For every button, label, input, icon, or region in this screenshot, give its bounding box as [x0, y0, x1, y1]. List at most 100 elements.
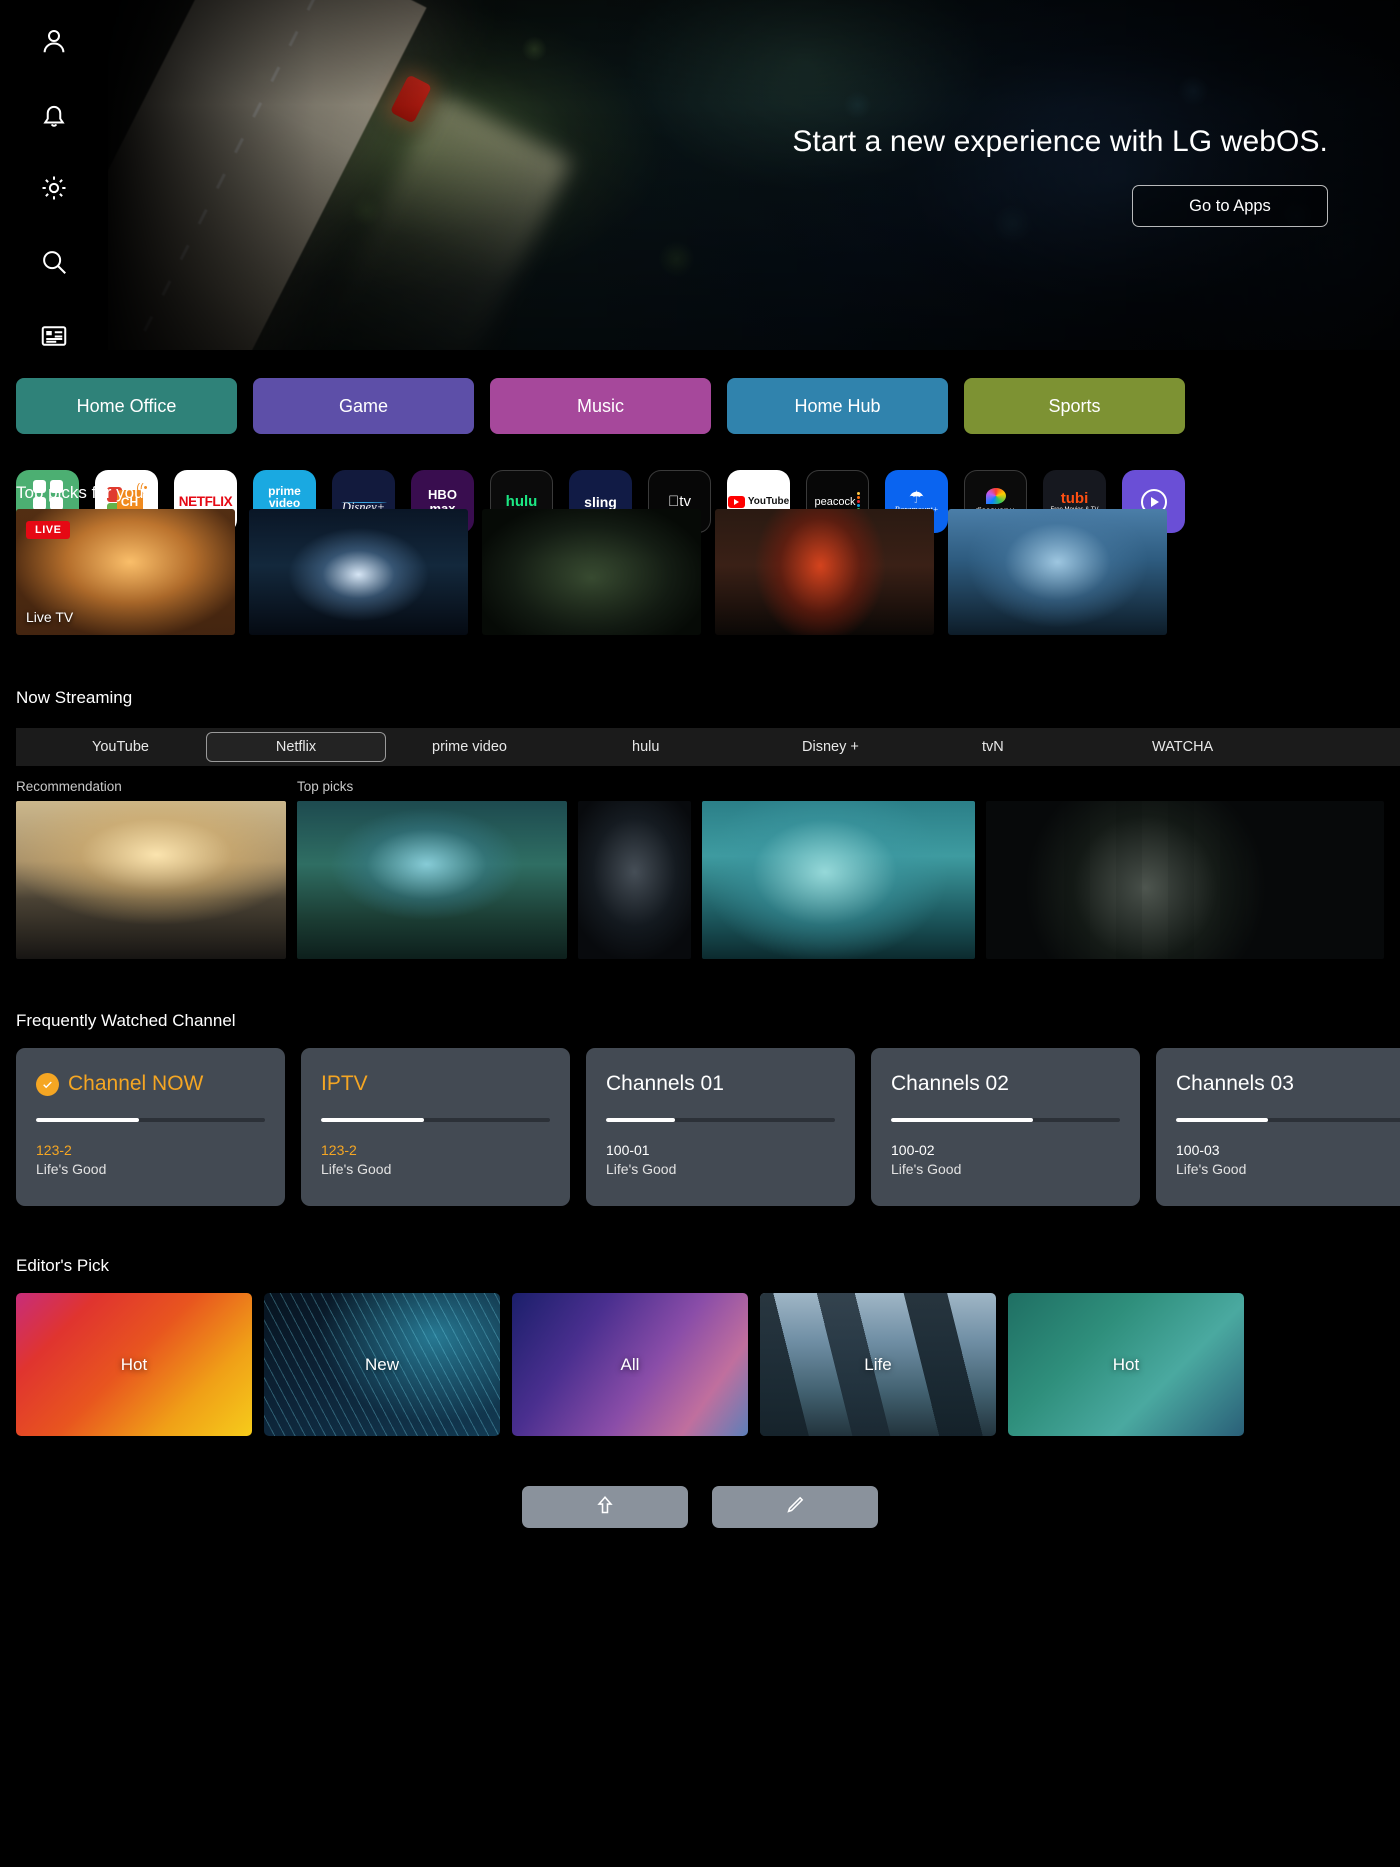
top-pick-label: Live TV: [26, 609, 73, 625]
channel-card[interactable]: Channels 01 100-01 Life's Good: [586, 1048, 855, 1206]
channel-subtitle: Life's Good: [321, 1161, 550, 1177]
editors-pick-row: Hot New All Life Hot: [16, 1293, 1244, 1436]
channel-progress-bar: [1176, 1118, 1400, 1122]
check-icon: [36, 1073, 59, 1096]
hero-title: Start a new experience with LG webOS.: [792, 125, 1328, 159]
channel-card-header: Channels 03: [1176, 1072, 1400, 1096]
stream-tile[interactable]: [702, 801, 975, 959]
editors-pick-card[interactable]: New: [264, 1293, 500, 1436]
hero-banner: Start a new experience with LG webOS. Go…: [108, 0, 1400, 350]
frequent-channels-row: Channel NOW 123-2 Life's Good IPTV 123-2 Life…: [16, 1048, 1400, 1206]
top-pick-tile[interactable]: LIVE Live TV: [16, 509, 235, 635]
top-picks-title: Top picks for you: [16, 483, 144, 503]
channel-card-header: Channels 01: [606, 1072, 835, 1096]
category-chip-label: Home Hub: [794, 396, 880, 417]
channel-number: 123-2: [321, 1142, 550, 1158]
bottom-toolbar: [0, 1486, 1400, 1528]
search-icon: [39, 247, 69, 282]
category-chip-label: Home Office: [77, 396, 177, 417]
top-pick-tile[interactable]: [715, 509, 934, 635]
channel-subtitle: Life's Good: [36, 1161, 265, 1177]
category-chip-label: Music: [577, 396, 624, 417]
stream-tile[interactable]: [578, 801, 691, 959]
top-picks-row: LIVE Live TV: [16, 509, 1167, 635]
now-streaming-tab[interactable]: Netflix: [206, 732, 386, 762]
channel-card[interactable]: Channels 02100-02Life's Good: [871, 1048, 1140, 1206]
editors-pick-card[interactable]: All: [512, 1293, 748, 1436]
category-chip[interactable]: Music: [490, 378, 711, 434]
sidebar-item-notifications[interactable]: [27, 96, 81, 140]
channel-progress-bar: [321, 1118, 550, 1122]
category-chip-label: Game: [339, 396, 388, 417]
editors-pick-card[interactable]: Life: [760, 1293, 996, 1436]
sidebar: [0, 0, 108, 360]
channel-subtitle: Life's Good: [1176, 1161, 1400, 1177]
channel-card-header: Channel NOW: [36, 1072, 265, 1096]
channel-card-name: Channels 02: [891, 1072, 1009, 1096]
now-streaming-tab[interactable]: prime video: [416, 734, 523, 760]
top-pick-tile[interactable]: [249, 509, 468, 635]
channel-progress-bar: [891, 1118, 1120, 1122]
channel-card[interactable]: IPTV 123-2 Life's Good: [301, 1048, 570, 1206]
editors-pick-card[interactable]: Hot: [16, 1293, 252, 1436]
now-streaming-tab[interactable]: YouTube: [76, 734, 165, 760]
channel-subtitle: Life's Good: [606, 1161, 835, 1177]
hero-text-block: Start a new experience with LG webOS. Go…: [792, 125, 1328, 227]
editors-pick-label: New: [365, 1355, 399, 1375]
live-badge: LIVE: [26, 521, 70, 539]
category-chip-label: Sports: [1048, 396, 1100, 417]
gear-icon: [39, 173, 69, 208]
category-chip[interactable]: Sports: [964, 378, 1185, 434]
profile-icon: [39, 26, 69, 61]
editors-pick-label: Hot: [121, 1355, 147, 1375]
top-pick-tile[interactable]: [482, 509, 701, 635]
guide-icon: [39, 321, 69, 356]
webos-home-screen: Start a new experience with LG webOS. Go…: [0, 0, 1400, 1867]
now-streaming-tab[interactable]: tvN: [966, 734, 1020, 760]
editors-pick-label: Hot: [1113, 1355, 1139, 1375]
channel-number: 100-01: [606, 1142, 835, 1158]
now-streaming-title: Now Streaming: [16, 688, 132, 708]
up-arrow-icon: [594, 1493, 616, 1522]
editors-pick-card[interactable]: Hot: [1008, 1293, 1244, 1436]
channel-number: 123-2: [36, 1142, 265, 1158]
channel-card-header: Channels 02: [891, 1072, 1120, 1096]
channel-progress-fill: [606, 1118, 675, 1122]
sidebar-item-settings[interactable]: [27, 169, 81, 213]
editors-pick-label: All: [621, 1355, 640, 1375]
recommendation-tile[interactable]: [16, 801, 286, 959]
stream-tile[interactable]: [986, 801, 1384, 959]
now-streaming-tab[interactable]: Disney +: [786, 734, 875, 760]
top-pick-tile[interactable]: [948, 509, 1167, 635]
stream-tile[interactable]: [297, 801, 567, 959]
go-to-apps-button[interactable]: Go to Apps: [1132, 185, 1328, 227]
channel-card[interactable]: Channels 03 100-03 Life's Good: [1156, 1048, 1400, 1206]
channel-progress-fill: [1176, 1118, 1268, 1122]
category-chip[interactable]: Game: [253, 378, 474, 434]
editors-pick-title: Editor's Pick: [16, 1256, 109, 1276]
now-streaming-tab[interactable]: hulu: [616, 734, 675, 760]
category-chip-row: Home Office Game Music Home Hub Sports: [16, 378, 1185, 434]
channel-card-name: Channels 01: [606, 1072, 724, 1096]
category-chip[interactable]: Home Hub: [727, 378, 948, 434]
pencil-icon: [784, 1493, 806, 1522]
sidebar-item-guide[interactable]: [27, 316, 81, 360]
channel-card-name: Channels 03: [1176, 1072, 1294, 1096]
sidebar-item-profile[interactable]: [27, 22, 81, 66]
editors-pick-label: Life: [864, 1355, 891, 1375]
now-streaming-tab[interactable]: WATCHA: [1136, 734, 1229, 760]
now-streaming-tabbar: YouTube Netflix prime video hulu Disney + tvN…: [16, 728, 1400, 766]
channel-number: 100-02: [891, 1142, 1120, 1158]
channel-progress-fill: [891, 1118, 1033, 1122]
edit-button[interactable]: [712, 1486, 878, 1528]
channel-card-name: IPTV: [321, 1072, 368, 1096]
channel-number: 100-03: [1176, 1142, 1400, 1158]
frequent-channels-title: Frequently Watched Channel: [16, 1011, 236, 1031]
channel-progress-bar: [606, 1118, 835, 1122]
channel-progress-fill: [36, 1118, 139, 1122]
category-chip[interactable]: Home Office: [16, 378, 237, 434]
sidebar-item-search[interactable]: [27, 243, 81, 287]
channel-card[interactable]: Channel NOW 123-2 Life's Good: [16, 1048, 285, 1206]
channel-progress-fill: [321, 1118, 424, 1122]
scroll-up-button[interactable]: [522, 1486, 688, 1528]
